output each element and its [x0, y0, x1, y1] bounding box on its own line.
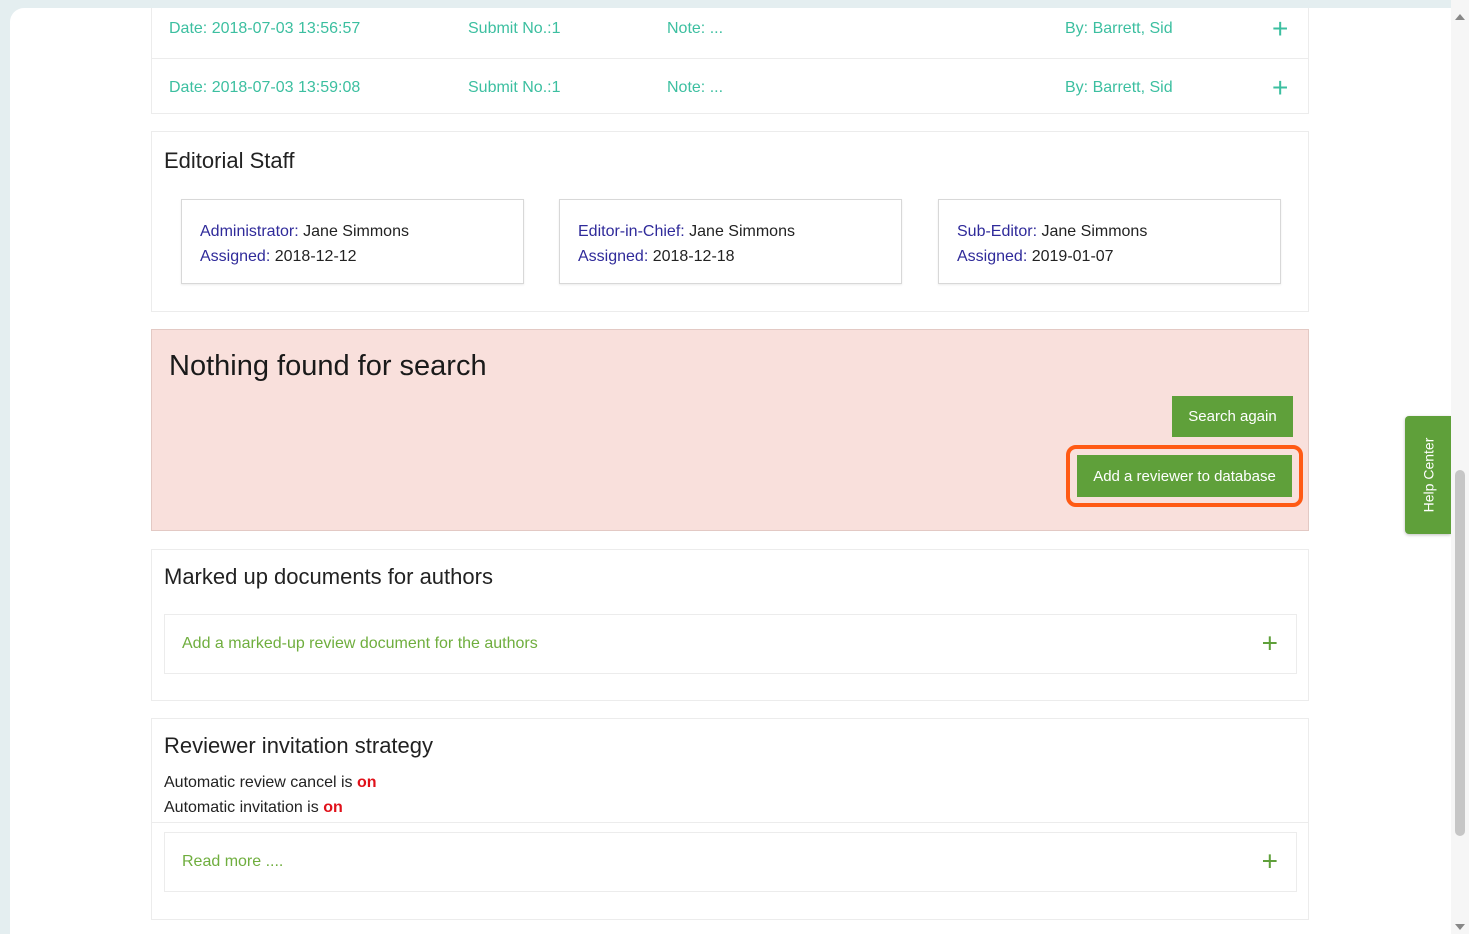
- nothing-found-alert: Nothing found for search Search again Ad…: [151, 329, 1309, 531]
- assigned-date: 2018-12-12: [274, 248, 357, 265]
- nothing-found-title: Nothing found for search: [169, 350, 487, 382]
- history-author: By: Barrett, Sid: [1065, 79, 1173, 96]
- reviewer-invitation-strategy-panel: Reviewer invitation strategy Automatic r…: [151, 718, 1309, 920]
- auto-invitation-text: Automatic invitation is: [164, 799, 319, 816]
- add-marked-up-document-link[interactable]: Add a marked-up review document for the …: [182, 635, 538, 653]
- editorial-staff-title: Editorial Staff: [164, 148, 295, 173]
- assigned-label: Assigned:: [957, 248, 1028, 265]
- assigned-date: 2019-01-07: [1031, 248, 1114, 265]
- marked-up-documents-panel: Marked up documents for authors Add a ma…: [151, 549, 1309, 701]
- assigned-label: Assigned:: [578, 248, 649, 265]
- history-note: Note: ...: [667, 79, 724, 96]
- search-again-button[interactable]: Search again: [1172, 396, 1293, 437]
- auto-cancel-status: Automatic review cancel is on: [164, 774, 377, 792]
- history-submit-number: Submit No.:1: [468, 79, 561, 96]
- staff-card-editor-in-chief: Editor-in-Chief: Jane Simmons Assigned: …: [559, 199, 902, 284]
- expand-plus-icon[interactable]: +: [1272, 15, 1288, 43]
- history-author: By: Barrett, Sid: [1065, 20, 1173, 37]
- history-date: Date: 2018-07-03 13:59:08: [169, 79, 361, 96]
- expand-plus-icon[interactable]: +: [1262, 847, 1278, 875]
- history-date: Date: 2018-07-03 13:56:57: [169, 20, 361, 37]
- auto-cancel-text: Automatic review cancel is: [164, 774, 353, 791]
- staff-card-administrator: Administrator: Jane Simmons Assigned: 20…: [181, 199, 524, 284]
- add-marked-up-document-row[interactable]: Add a marked-up review document for the …: [164, 614, 1297, 674]
- staff-name: Jane Simmons: [689, 223, 795, 240]
- auto-cancel-state: on: [356, 774, 377, 791]
- add-reviewer-button[interactable]: Add a reviewer to database: [1077, 455, 1292, 497]
- staff-name: Jane Simmons: [303, 223, 409, 240]
- assigned-label: Assigned:: [200, 248, 271, 265]
- staff-role-label: Administrator:: [200, 223, 299, 240]
- staff-name: Jane Simmons: [1041, 223, 1148, 240]
- history-note: Note: ...: [667, 20, 724, 37]
- help-center-label: Help Center: [1420, 437, 1437, 513]
- read-more-link[interactable]: Read more ....: [182, 853, 283, 871]
- auto-invitation-status: Automatic invitation is on: [164, 799, 343, 817]
- staff-card-sub-editor: Sub-Editor: Jane Simmons Assigned: 2019-…: [938, 199, 1281, 284]
- submission-history-panel: Date: 2018-07-03 13:56:57 Submit No.:1 N…: [151, 8, 1309, 114]
- auto-invitation-state: on: [323, 799, 343, 816]
- assigned-date: 2018-12-18: [652, 248, 735, 265]
- history-submit-number: Submit No.:1: [468, 20, 561, 37]
- history-row: Date: 2018-07-03 13:56:57 Submit No.:1 N…: [152, 8, 1308, 59]
- page-content: Date: 2018-07-03 13:56:57 Submit No.:1 N…: [10, 8, 1451, 934]
- help-center-tab[interactable]: Help Center: [1405, 416, 1451, 534]
- staff-role-label: Sub-Editor:: [957, 223, 1038, 240]
- editorial-staff-panel: Editorial Staff Administrator: Jane Simm…: [151, 131, 1309, 312]
- strategy-title: Reviewer invitation strategy: [164, 733, 434, 758]
- scroll-down-arrow-icon[interactable]: [1455, 924, 1465, 930]
- divider: [152, 822, 1308, 823]
- expand-plus-icon[interactable]: +: [1272, 74, 1288, 102]
- read-more-row[interactable]: Read more .... +: [164, 832, 1297, 892]
- marked-up-title: Marked up documents for authors: [164, 564, 493, 589]
- staff-role-label: Editor-in-Chief:: [578, 223, 685, 240]
- scrollbar-thumb[interactable]: [1455, 470, 1465, 836]
- add-plus-icon[interactable]: +: [1262, 629, 1278, 657]
- history-row: Date: 2018-07-03 13:59:08 Submit No.:1 N…: [152, 59, 1308, 117]
- scroll-up-arrow-icon[interactable]: [1455, 14, 1465, 20]
- vertical-scrollbar[interactable]: [1451, 0, 1469, 934]
